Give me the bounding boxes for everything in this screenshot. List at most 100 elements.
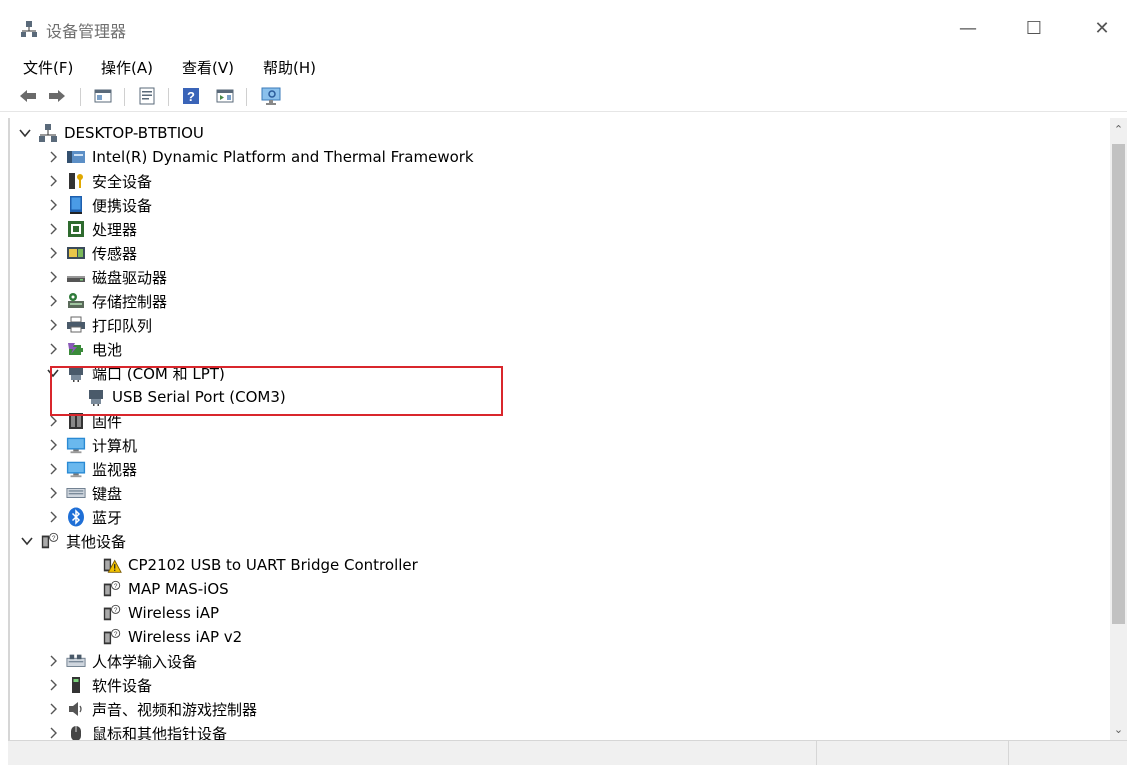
expand-chevron-icon[interactable] <box>46 650 60 672</box>
tree-root-label: DESKTOP-BTBTIOU <box>64 124 204 142</box>
tree-item[interactable]: 安全设备 <box>46 170 152 192</box>
show-hide-tree-button[interactable] <box>92 86 114 106</box>
tree-item[interactable]: 处理器 <box>46 218 137 240</box>
menu-file[interactable]: 文件(F) <box>20 55 76 80</box>
tree-item-label: Wireless iAP <box>128 604 220 622</box>
toolbar-separator <box>124 88 125 106</box>
action-pane-button[interactable] <box>214 86 236 106</box>
scan-hardware-button[interactable] <box>260 86 282 106</box>
tree-item[interactable]: 声音、视频和游戏控制器 <box>46 698 257 720</box>
tree-child-item[interactable]: ? MAP MAS-iOS <box>96 578 229 600</box>
window-title: 设备管理器 <box>46 22 127 41</box>
tree-item[interactable]: 固件 <box>46 410 122 432</box>
menu-action[interactable]: 操作(A) <box>98 55 156 80</box>
tree-child-item[interactable]: ? Wireless iAP v2 <box>96 626 242 648</box>
status-bar <box>8 740 1127 765</box>
scroll-down-button[interactable]: ⌄ <box>1110 718 1127 740</box>
menu-help[interactable]: 帮助(H) <box>260 55 319 80</box>
tree-item[interactable]: 监视器 <box>46 458 137 480</box>
tree-item[interactable]: 蓝牙 <box>46 506 122 528</box>
show-hide-tree-icon <box>94 89 112 103</box>
tree-item-ports[interactable]: 端口 (COM 和 LPT) <box>46 362 225 384</box>
portable-device-icon <box>66 195 86 215</box>
tree-item[interactable]: Intel(R) Dynamic Platform and Thermal Fr… <box>46 146 474 168</box>
tree-child-item[interactable]: USB Serial Port (COM3) <box>80 386 286 408</box>
audio-icon <box>66 699 86 719</box>
expand-chevron-icon[interactable] <box>46 266 60 288</box>
scroll-thumb[interactable] <box>1112 144 1125 624</box>
forward-button[interactable] <box>46 86 68 106</box>
computer-network-icon <box>38 123 58 143</box>
firmware-icon <box>66 411 86 431</box>
tree-item[interactable]: 计算机 <box>46 434 137 456</box>
collapse-chevron-icon[interactable] <box>20 530 34 552</box>
tree-item-label: 声音、视频和游戏控制器 <box>92 700 258 719</box>
help-button[interactable]: ? <box>180 86 202 106</box>
printer-icon <box>66 315 86 335</box>
chevron-up-icon: ⌃ <box>1113 122 1124 136</box>
chevron-down-icon: ⌄ <box>1113 722 1124 736</box>
maximize-button[interactable]: ☐ <box>1010 8 1058 48</box>
tree-item[interactable]: 鼠标和其他指针设备 <box>46 722 227 740</box>
tree-root[interactable]: DESKTOP-BTBTIOU <box>18 122 204 144</box>
menu-view[interactable]: 查看(V) <box>179 55 237 80</box>
toolbar: ? <box>0 80 1127 112</box>
processor-icon <box>66 219 86 239</box>
tree-child-item[interactable]: ? Wireless iAP <box>96 602 219 624</box>
tree-item[interactable]: 便携设备 <box>46 194 152 216</box>
unknown-device-icon: ? <box>102 627 122 647</box>
minimize-button[interactable]: — <box>944 8 992 48</box>
tree-item-label: 端口 (COM 和 LPT) <box>92 364 225 383</box>
tree-item[interactable]: 人体学输入设备 <box>46 650 197 672</box>
expand-chevron-icon[interactable] <box>46 242 60 264</box>
scan-hardware-icon <box>261 87 281 105</box>
tree-item-label: 存储控制器 <box>92 292 168 311</box>
unknown-device-icon: ? <box>102 579 122 599</box>
tree-item-label: 监视器 <box>92 460 138 479</box>
title-bar: 设备管理器 — ☐ ✕ <box>0 0 1127 52</box>
expand-chevron-icon[interactable] <box>46 506 60 528</box>
expand-chevron-icon[interactable] <box>46 290 60 312</box>
expand-chevron-icon[interactable] <box>46 218 60 240</box>
collapse-chevron-icon[interactable] <box>46 362 60 384</box>
tree-child-item[interactable]: CP2102 USB to UART Bridge Controller <box>96 554 418 576</box>
expand-chevron-icon[interactable] <box>46 410 60 432</box>
tree-item[interactable]: 存储控制器 <box>46 290 167 312</box>
expand-chevron-icon[interactable] <box>46 722 60 740</box>
expand-chevron-icon[interactable] <box>46 338 60 360</box>
scroll-up-button[interactable]: ⌃ <box>1110 118 1127 140</box>
tree-item[interactable]: 打印队列 <box>46 314 152 336</box>
tree-item-label: Wireless iAP v2 <box>128 628 243 646</box>
minimize-icon: — <box>959 17 977 39</box>
device-tree[interactable]: DESKTOP-BTBTIOU Intel(R) Dynamic Platfor… <box>8 118 1110 740</box>
tree-item[interactable]: 键盘 <box>46 482 122 504</box>
vertical-scrollbar[interactable]: ⌃ ⌄ <box>1110 118 1127 740</box>
expand-chevron-icon[interactable] <box>46 170 60 192</box>
tree-item[interactable]: 磁盘驱动器 <box>46 266 167 288</box>
forward-icon <box>49 90 65 102</box>
tree-item-label: 传感器 <box>92 244 138 263</box>
collapse-chevron-icon[interactable] <box>18 122 32 144</box>
expand-chevron-icon[interactable] <box>46 434 60 456</box>
tree-item-label: 便携设备 <box>92 196 153 215</box>
tree-item-label: MAP MAS-iOS <box>128 580 229 598</box>
tree-item[interactable]: 软件设备 <box>46 674 152 696</box>
tree-item-label: 计算机 <box>92 436 138 455</box>
back-button[interactable] <box>17 86 39 106</box>
expand-chevron-icon[interactable] <box>46 674 60 696</box>
expand-chevron-icon[interactable] <box>46 458 60 480</box>
security-key-icon <box>66 171 86 191</box>
expand-chevron-icon[interactable] <box>46 314 60 336</box>
status-segment <box>1008 741 1127 765</box>
expand-chevron-icon[interactable] <box>46 146 60 168</box>
tree-item-other-devices[interactable]: ? 其他设备 <box>18 530 126 552</box>
properties-button[interactable] <box>136 86 158 106</box>
svg-text:?: ? <box>114 607 118 614</box>
expand-chevron-icon[interactable] <box>46 194 60 216</box>
tree-item[interactable]: 传感器 <box>46 242 137 264</box>
tree-item-label: 打印队列 <box>92 316 153 335</box>
close-button[interactable]: ✕ <box>1078 8 1126 48</box>
expand-chevron-icon[interactable] <box>46 698 60 720</box>
expand-chevron-icon[interactable] <box>46 482 60 504</box>
tree-item[interactable]: 电池 <box>46 338 122 360</box>
